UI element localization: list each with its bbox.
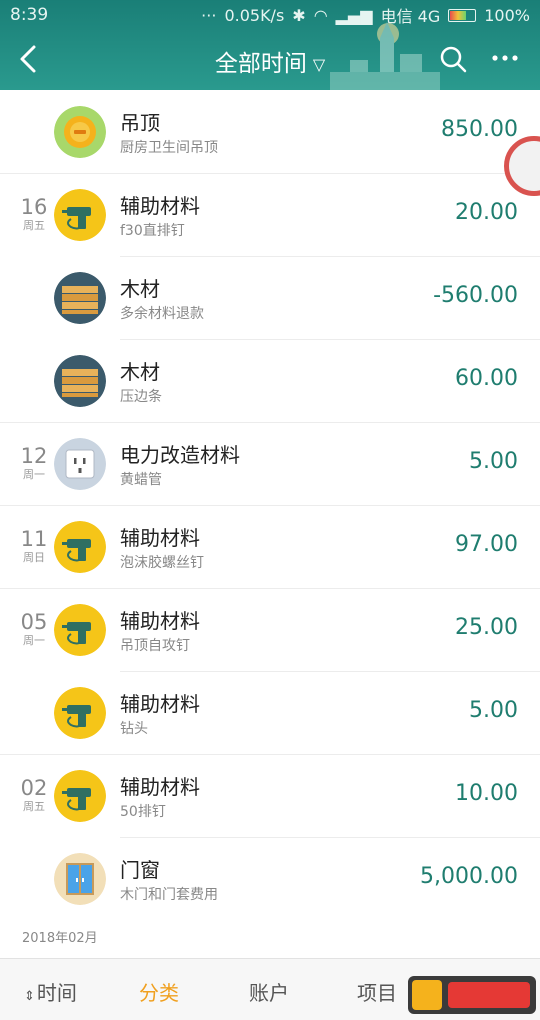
status-bar: 8:39 ··· 0.05K/s ✱ ◠ ▂▄▆ 电信 4G 100% xyxy=(0,0,540,30)
window-icon xyxy=(54,853,106,905)
drill-icon xyxy=(54,521,106,573)
list-item[interactable]: 门窗 木门和门套费用 5,000.00 xyxy=(0,837,540,920)
day-number: 16 xyxy=(20,195,48,219)
item-note: 泡沫胶螺丝钉 xyxy=(120,555,204,571)
network-speed: 0.05K/s xyxy=(224,5,285,25)
drill-icon xyxy=(54,687,106,739)
category-name: 辅助材料 xyxy=(120,526,200,550)
battery-percent: 100% xyxy=(484,5,530,25)
tab-category-label: 分类 xyxy=(139,981,179,1005)
item-note: 吊顶自攻钉 xyxy=(120,638,190,654)
list-item[interactable]: 吊顶 厨房卫生间吊顶 850.00 xyxy=(0,90,540,173)
more-status-icon: ··· xyxy=(201,5,217,25)
ceiling-icon xyxy=(54,106,106,158)
item-note: 压边条 xyxy=(120,389,162,405)
list-item[interactable]: 11 周日 辅助材料 泡沫胶螺丝钉 97.00 xyxy=(0,505,540,588)
weekday: 周日 xyxy=(23,551,45,564)
watermark-logo xyxy=(408,976,536,1014)
lumber-icon xyxy=(54,272,106,324)
item-note: 50排钉 xyxy=(120,804,166,820)
list-item[interactable]: 辅助材料 钻头 5.00 xyxy=(0,671,540,754)
list-item[interactable]: 木材 压边条 60.00 xyxy=(0,339,540,422)
category-name: 电力改造材料 xyxy=(120,443,240,467)
category-name: 木材 xyxy=(120,277,160,301)
item-note: 多余材料退款 xyxy=(120,306,204,322)
bluetooth-icon: ✱ xyxy=(292,5,306,25)
signal-icon: ▂▄▆ xyxy=(335,5,373,25)
item-note: 厨房卫生间吊顶 xyxy=(120,140,218,156)
nav-bar: 全部时间 ▽ xyxy=(0,30,540,90)
wifi-icon: ◠ xyxy=(313,5,328,25)
item-note: f30直排钉 xyxy=(120,223,185,239)
list-item[interactable]: 05 周一 辅助材料 吊顶自攻钉 25.00 xyxy=(0,588,540,671)
drill-icon xyxy=(54,770,106,822)
day-number: 11 xyxy=(20,527,48,551)
weekday: 周五 xyxy=(23,800,45,813)
lumber-icon xyxy=(54,355,106,407)
item-note: 黄蜡管 xyxy=(120,472,162,488)
sort-icon: ⇕ xyxy=(24,989,35,1004)
more-options-icon[interactable] xyxy=(490,48,520,68)
date-label: 05 周一 xyxy=(12,610,56,648)
date-label: 02 周五 xyxy=(12,776,56,814)
search-icon[interactable] xyxy=(438,44,468,74)
item-note: 木门和门套费用 xyxy=(120,887,218,903)
date-label: 11 周日 xyxy=(12,527,56,565)
month-section-label: 2018年02月 xyxy=(22,931,98,946)
date-label: 16 周五 xyxy=(12,195,56,233)
category-name: 辅助材料 xyxy=(120,692,200,716)
weekday: 周一 xyxy=(23,468,45,481)
socket-icon xyxy=(54,438,106,490)
category-name: 吊顶 xyxy=(120,111,160,135)
list-item[interactable]: 12 周一 电力改造材料 黄蜡管 5.00 xyxy=(0,422,540,505)
item-amount: 20.00 xyxy=(455,200,518,225)
battery-icon xyxy=(448,8,477,22)
category-name: 木材 xyxy=(120,360,160,384)
item-amount: 60.00 xyxy=(455,366,518,391)
item-note: 钻头 xyxy=(120,721,148,737)
page-title: 全部时间 xyxy=(214,51,307,77)
item-amount: 5.00 xyxy=(469,698,518,723)
drill-icon xyxy=(54,604,106,656)
list-item[interactable]: 16 周五 辅助材料 f30直排钉 20.00 xyxy=(0,173,540,256)
tab-account-label: 账户 xyxy=(249,981,289,1005)
tab-time[interactable]: ⇕ 时间 xyxy=(24,977,77,1006)
item-amount: 25.00 xyxy=(455,615,518,640)
category-name: 门窗 xyxy=(120,858,160,882)
tab-time-label: 时间 xyxy=(36,981,77,1005)
weekday: 周五 xyxy=(23,219,45,232)
item-amount: 10.00 xyxy=(455,781,518,806)
item-amount: 5,000.00 xyxy=(420,864,518,889)
date-label: 12 周一 xyxy=(12,444,56,482)
item-amount: 5.00 xyxy=(469,449,518,474)
category-name: 辅助材料 xyxy=(120,775,200,799)
list-item[interactable]: 木材 多余材料退款 -560.00 xyxy=(0,256,540,339)
day-number: 05 xyxy=(20,610,48,634)
drill-icon xyxy=(54,189,106,241)
list-item[interactable]: 02 周五 辅助材料 50排钉 10.00 xyxy=(0,754,540,837)
tab-project-label: 项目 xyxy=(357,981,397,1005)
tab-category[interactable]: 分类 xyxy=(139,977,179,1006)
day-number: 12 xyxy=(20,444,48,468)
transaction-list: 吊顶 厨房卫生间吊顶 850.00 16 周五 辅助材料 f30直排钉 20.0… xyxy=(0,90,540,958)
item-amount: 850.00 xyxy=(441,117,518,142)
item-amount: -560.00 xyxy=(433,283,518,308)
tab-project[interactable]: 项目 xyxy=(357,977,397,1006)
weekday: 周一 xyxy=(23,634,45,647)
item-amount: 97.00 xyxy=(455,532,518,557)
category-name: 辅助材料 xyxy=(120,609,200,633)
app-header: 8:39 ··· 0.05K/s ✱ ◠ ▂▄▆ 电信 4G 100% 全部时间… xyxy=(0,0,540,90)
chevron-down-icon: ▽ xyxy=(312,55,326,74)
category-name: 辅助材料 xyxy=(120,194,200,218)
carrier-label: 电信 4G xyxy=(380,7,441,26)
day-number: 02 xyxy=(20,776,48,800)
status-time: 8:39 xyxy=(10,5,49,25)
tab-account[interactable]: 账户 xyxy=(249,977,289,1006)
